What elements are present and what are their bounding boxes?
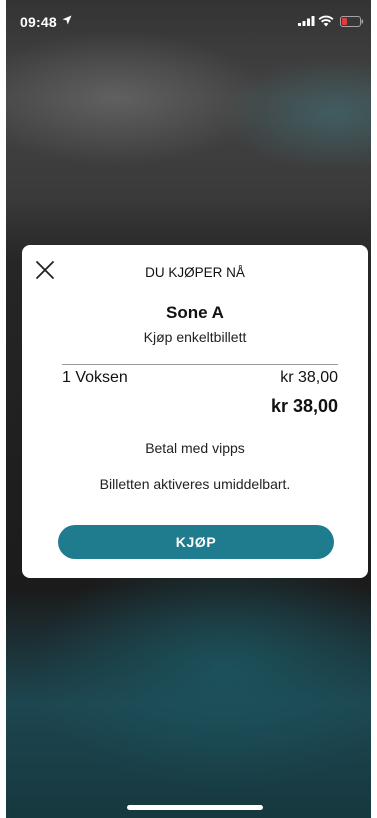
zone-name: Sone A xyxy=(166,303,224,322)
signal-icon xyxy=(298,16,315,26)
activation-note: Billetten aktiveres umiddelbart. xyxy=(99,476,291,492)
location-arrow-icon xyxy=(62,15,72,25)
payment-method: Betal med vipps xyxy=(145,440,245,456)
line-item-price: kr 38,00 xyxy=(280,369,338,386)
ticket-type: Kjøp enkeltbillett xyxy=(143,329,247,345)
home-indicator[interactable] xyxy=(127,805,263,810)
battery-icon xyxy=(340,16,364,27)
line-item-label: 1 Voksen xyxy=(62,369,128,386)
dialog-heading: DU KJØPER NÅ xyxy=(145,265,245,280)
divider xyxy=(62,364,338,365)
total-price: kr 38,00 xyxy=(270,396,338,416)
status-bar: 09:48 xyxy=(6,0,371,42)
buy-button[interactable]: KJØP xyxy=(58,525,334,559)
phone-screen: 09:48 DU KJØPER NÅ Sone A Kjøp enkeltbil… xyxy=(6,0,371,818)
status-time: 09:48 xyxy=(20,14,57,30)
purchase-dialog: DU KJØPER NÅ Sone A Kjøp enkeltbillett 1… xyxy=(22,245,368,578)
wifi-icon xyxy=(318,15,334,27)
